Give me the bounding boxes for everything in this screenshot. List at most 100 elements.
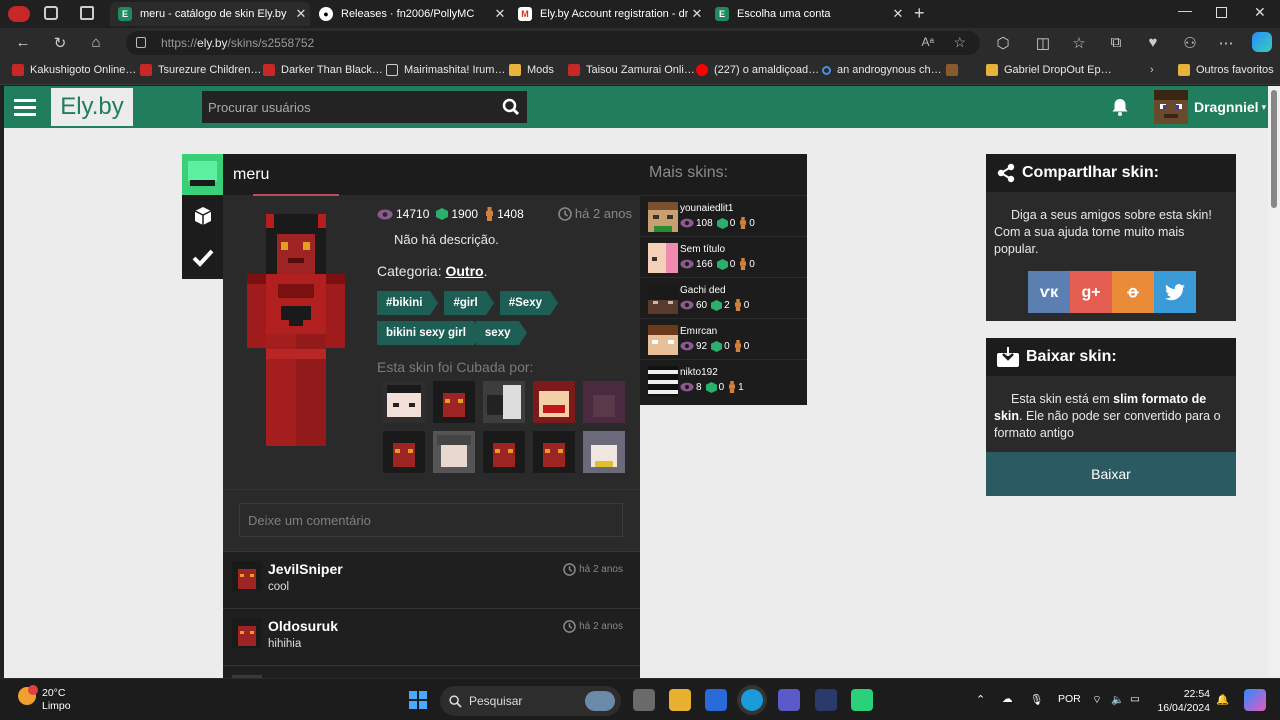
chevron-up-icon[interactable]: ⌃ [976, 693, 985, 706]
list-item[interactable]: Sem título 166 0 0 [640, 236, 807, 277]
tab-releases[interactable]: ● Releases · fn2006/PollyMC ✕ [311, 2, 509, 26]
comment-author[interactable]: JevilSniper [268, 561, 343, 577]
cubed-user-avatar[interactable] [533, 431, 575, 473]
battery-icon[interactable]: ▭ [1130, 693, 1140, 705]
cloud-icon[interactable]: ☁ [1002, 693, 1013, 705]
read-aloud-icon[interactable]: Aᵃ [922, 35, 934, 49]
microphone-icon[interactable]: 🎙 [1030, 693, 1043, 706]
category-link[interactable]: Outro [445, 263, 483, 279]
cubed-user-avatar[interactable] [483, 431, 525, 473]
hamburger-menu-icon[interactable] [4, 86, 46, 128]
bookmark-icon-only[interactable] [946, 64, 964, 76]
performance-icon[interactable]: ♥ [1144, 34, 1162, 51]
vk-share-button[interactable]: ѵк [1028, 271, 1070, 313]
favorites-icon[interactable]: ☆ [1070, 34, 1088, 52]
close-window-icon[interactable]: ✕ [1254, 4, 1266, 21]
tab-meru[interactable]: E meru - catálogo de skin Ely.by ✕ [110, 2, 310, 26]
task-view-icon[interactable] [633, 689, 655, 711]
notifications-button[interactable] [1102, 86, 1138, 128]
list-item[interactable]: Emırcan 92 0 0 [640, 318, 807, 359]
volume-icon[interactable]: 🔈 [1111, 693, 1124, 706]
cubed-user-avatar[interactable] [483, 381, 525, 423]
wifi-icon[interactable]: ⌔ [1092, 693, 1102, 707]
list-item[interactable]: nikto192 8 0 1 [640, 359, 807, 400]
taskbar-search[interactable]: Pesquisar [440, 686, 621, 716]
3d-view-button[interactable] [182, 195, 223, 237]
teams-icon[interactable] [778, 689, 800, 711]
cubed-user-avatar[interactable] [433, 431, 475, 473]
store-icon[interactable] [705, 689, 727, 711]
bookmark-folder[interactable]: Mods [509, 64, 554, 76]
cubed-user-avatar[interactable] [533, 381, 575, 423]
tag-chip[interactable]: #bikini [377, 291, 439, 315]
site-logo[interactable]: Ely.by [51, 88, 133, 126]
bookmark-item[interactable]: Gabriel DropOut Ep… [986, 64, 1112, 76]
skin-preview[interactable] [223, 195, 369, 489]
browser-profile-icon[interactable] [8, 6, 30, 22]
browser-essentials-icon[interactable]: ⚇ [1181, 34, 1199, 52]
cubed-user-avatar[interactable] [583, 381, 625, 423]
maximize-icon[interactable] [1216, 7, 1227, 18]
other-favorites[interactable]: Outros favoritos [1178, 64, 1274, 76]
page-scrollbar[interactable] [1268, 86, 1280, 678]
bookmark-item[interactable]: Taisou Zamurai Onli… [568, 64, 695, 76]
scrollbar-thumb[interactable] [1271, 90, 1277, 208]
tag-chip[interactable]: #girl [444, 291, 495, 315]
extensions-icon[interactable]: ⬡ [994, 34, 1012, 52]
close-tab-icon[interactable]: ✕ [292, 6, 310, 22]
download-button[interactable]: Baixar [986, 452, 1236, 496]
collections-icon[interactable]: ⧉ [1107, 34, 1125, 51]
terminal-icon[interactable] [815, 689, 837, 711]
tab-gmail[interactable]: M Ely.by Account registration - dra… ✕ [510, 2, 706, 26]
chevron-right-icon[interactable]: › [1150, 64, 1154, 76]
split-screen-icon[interactable]: ◫ [1034, 34, 1052, 52]
bookmark-item[interactable]: Kakushigoto Online… [12, 64, 136, 76]
home-icon[interactable]: ⌂ [87, 34, 105, 51]
use-skin-button[interactable] [182, 237, 223, 279]
avatar[interactable] [232, 561, 262, 591]
twitter-share-button[interactable] [1154, 271, 1196, 313]
user-menu[interactable]: Dragnniel ▾ [1150, 86, 1268, 128]
user-search-input[interactable]: Procurar usuários [202, 91, 494, 123]
tab-actions-icon[interactable] [80, 6, 94, 20]
cubed-user-avatar[interactable] [583, 431, 625, 473]
minimize-icon[interactable]: — [1178, 2, 1192, 18]
odnoklassniki-share-button[interactable]: ꝋ [1112, 271, 1154, 313]
close-tab-icon[interactable]: ✕ [491, 6, 509, 22]
comment-input[interactable]: Deixe um comentário [239, 503, 623, 537]
taskbar-clock[interactable]: 22:54 16/04/2024 [1150, 687, 1210, 715]
copilot-taskbar-icon[interactable] [1244, 689, 1266, 711]
file-explorer-icon[interactable] [669, 689, 691, 711]
search-button[interactable] [494, 91, 527, 123]
language-indicator[interactable]: POR [1058, 693, 1081, 705]
new-tab-icon[interactable]: + [914, 3, 925, 24]
more-options-icon[interactable]: ⋯ [1217, 34, 1235, 52]
reload-icon[interactable]: ↻ [51, 34, 69, 52]
cubed-user-avatar[interactable] [433, 381, 475, 423]
cubed-user-avatar[interactable] [383, 381, 425, 423]
back-icon[interactable]: ← [14, 34, 32, 51]
comment-author[interactable]: Oldosuruk [268, 618, 338, 634]
bookmark-item[interactable]: Mairimashita! Irum… [386, 64, 505, 76]
list-item[interactable]: younaiedlit1 108 0 0 [640, 195, 807, 236]
copilot-icon[interactable] [1252, 32, 1272, 52]
notification-bell-icon[interactable]: 🔔 [1216, 693, 1229, 706]
bookmark-item[interactable]: Darker Than Black… [263, 64, 383, 76]
address-bar[interactable]: https://ely.by/skins/s2558752 Aᵃ ☆ [126, 31, 980, 55]
tag-chip[interactable]: sexy [475, 321, 527, 345]
tag-chip[interactable]: bikini sexy girl [377, 321, 482, 345]
bookmark-item[interactable]: (227) o amaldiçoad… [696, 64, 819, 76]
close-tab-icon[interactable]: ✕ [688, 6, 706, 22]
bookmark-item[interactable]: Tsurezure Children… [140, 64, 261, 76]
avatar[interactable] [232, 618, 262, 648]
close-tab-icon[interactable]: ✕ [889, 6, 907, 22]
tag-chip[interactable]: #Sexy [499, 291, 559, 315]
workspaces-icon[interactable] [44, 6, 58, 20]
start-icon[interactable] [409, 691, 427, 709]
bookmark-item[interactable]: an androgynous ch… [822, 64, 942, 76]
list-item[interactable]: Gachi ded 60 2 0 [640, 277, 807, 318]
cubed-user-avatar[interactable] [383, 431, 425, 473]
favorite-star-icon[interactable]: ☆ [953, 34, 966, 51]
tab-escolha[interactable]: E Escolha uma conta ✕ [707, 2, 907, 26]
google-plus-share-button[interactable]: g+ [1070, 271, 1112, 313]
